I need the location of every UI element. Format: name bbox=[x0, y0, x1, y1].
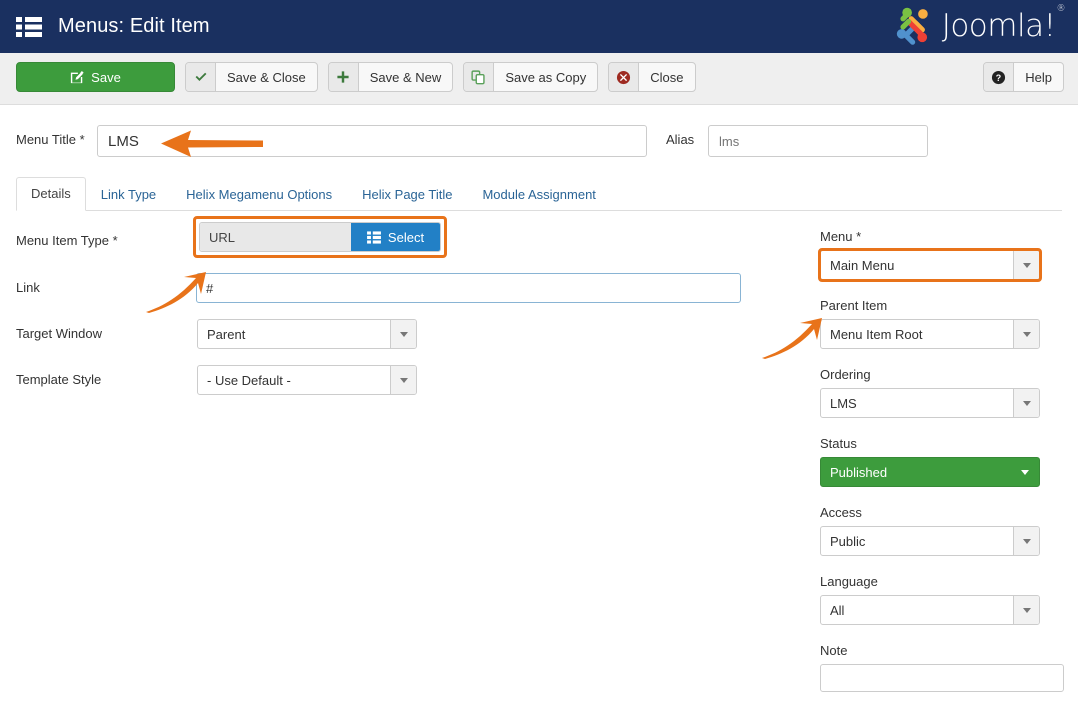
status-value: Published bbox=[830, 464, 888, 480]
pencil-square-icon bbox=[71, 71, 84, 84]
tab-helix-page-title[interactable]: Helix Page Title bbox=[347, 178, 467, 211]
note-input[interactable] bbox=[820, 664, 1064, 692]
target-window-value: Parent bbox=[207, 326, 246, 342]
parent-item-label: Parent Item bbox=[820, 298, 888, 313]
help-button[interactable]: ? Help bbox=[983, 62, 1064, 92]
access-select[interactable]: Public bbox=[820, 526, 1040, 556]
template-style-select[interactable]: - Use Default - bbox=[197, 365, 417, 395]
note-label: Note bbox=[820, 643, 848, 658]
save-and-close-button[interactable]: Save & Close bbox=[185, 62, 318, 92]
menu-select-value: Main Menu bbox=[830, 257, 895, 273]
joomla-wordmark: Joomla!® bbox=[941, 4, 1066, 44]
template-style-label: Template Style bbox=[16, 372, 102, 387]
close-button[interactable]: Close bbox=[608, 62, 696, 92]
copy-icon bbox=[464, 63, 495, 91]
save-button-label: Save bbox=[91, 69, 121, 85]
template-style-value: - Use Default - bbox=[207, 372, 291, 388]
language-value: All bbox=[830, 602, 845, 618]
language-select[interactable]: All bbox=[820, 595, 1040, 625]
chevron-down-icon bbox=[390, 366, 416, 394]
menu-item-type-control: URL Select bbox=[199, 222, 441, 252]
alias-input[interactable] bbox=[708, 125, 928, 157]
link-label: Link bbox=[16, 280, 40, 295]
tab-bar: Details Link Type Helix Megamenu Options… bbox=[16, 176, 1062, 211]
joomla-trademark: ® bbox=[1056, 3, 1066, 14]
joomla-admin-page: Menus: Edit Item Joomla!® Save Save & Cl… bbox=[0, 0, 1078, 714]
select-menu-item-type-button[interactable]: Select bbox=[351, 223, 440, 251]
question-circle-icon: ? bbox=[984, 63, 1015, 91]
check-icon bbox=[186, 63, 216, 91]
circle-x-icon bbox=[609, 63, 640, 91]
link-input[interactable] bbox=[196, 273, 741, 303]
status-select[interactable]: Published bbox=[820, 457, 1040, 487]
chevron-down-icon bbox=[1013, 527, 1039, 555]
list-menu-icon[interactable] bbox=[16, 16, 42, 38]
plus-icon bbox=[328, 63, 359, 91]
chevron-down-icon bbox=[390, 320, 416, 348]
chevron-down-icon bbox=[1013, 458, 1039, 486]
svg-text:?: ? bbox=[996, 72, 1001, 82]
chevron-down-icon bbox=[1013, 389, 1039, 417]
save-and-close-label: Save & Close bbox=[227, 69, 306, 85]
ordering-value: LMS bbox=[830, 395, 857, 411]
status-label: Status bbox=[820, 436, 857, 451]
access-value: Public bbox=[830, 533, 866, 549]
header-left-group: Menus: Edit Item bbox=[16, 0, 210, 53]
language-label: Language bbox=[820, 574, 878, 589]
toolbar: Save Save & Close Save & New Save as Cop… bbox=[0, 53, 1078, 105]
access-label: Access bbox=[820, 505, 862, 520]
tab-link-type[interactable]: Link Type bbox=[86, 178, 171, 211]
tab-helix-megamenu-options[interactable]: Helix Megamenu Options bbox=[171, 178, 347, 211]
save-and-new-label: Save & New bbox=[369, 69, 442, 85]
target-window-select[interactable]: Parent bbox=[197, 319, 417, 349]
joomla-logo[interactable]: Joomla!® bbox=[892, 4, 1066, 49]
tab-module-assignment[interactable]: Module Assignment bbox=[467, 178, 610, 211]
parent-item-value: Menu Item Root bbox=[830, 326, 923, 342]
save-as-copy-label: Save as Copy bbox=[505, 69, 587, 85]
menu-title-input[interactable] bbox=[97, 125, 647, 157]
parent-item-select[interactable]: Menu Item Root bbox=[820, 319, 1040, 349]
highlight-box-menu-item-type: URL Select bbox=[193, 216, 447, 258]
chevron-down-icon bbox=[1013, 251, 1039, 279]
ordering-label: Ordering bbox=[820, 367, 871, 382]
save-and-new-button[interactable]: Save & New bbox=[327, 62, 454, 92]
alias-label: Alias bbox=[666, 132, 695, 147]
title-alias-row: Menu Title * Alias bbox=[0, 125, 1078, 157]
save-button[interactable]: Save bbox=[16, 62, 175, 92]
target-window-label: Target Window bbox=[16, 326, 102, 341]
menu-item-type-label: Menu Item Type * bbox=[16, 233, 118, 248]
page-title: Menus: Edit Item bbox=[58, 15, 210, 37]
menu-item-type-value: URL bbox=[200, 223, 351, 251]
chevron-down-icon bbox=[1013, 596, 1039, 624]
menu-field-label: Menu * bbox=[820, 229, 862, 244]
app-header: Menus: Edit Item Joomla!® bbox=[0, 0, 1078, 53]
tab-details[interactable]: Details bbox=[16, 177, 86, 211]
toolbar-left-group: Save Save & Close Save & New Save as Cop… bbox=[16, 62, 696, 92]
list-icon bbox=[366, 230, 381, 244]
help-button-label: Help bbox=[1025, 69, 1052, 85]
joomla-brand-text: Joomla! bbox=[941, 8, 1056, 44]
menu-select[interactable]: Main Menu bbox=[820, 250, 1040, 280]
close-button-label: Close bbox=[650, 69, 684, 85]
menu-title-label: Menu Title * bbox=[16, 132, 85, 147]
chevron-down-icon bbox=[1013, 320, 1039, 348]
content-area: Menu Title * Alias Details Link Type Hel… bbox=[0, 105, 1078, 714]
ordering-select[interactable]: LMS bbox=[820, 388, 1040, 418]
select-button-label: Select bbox=[387, 229, 425, 245]
joomla-symbol-icon bbox=[896, 7, 928, 45]
save-as-copy-button[interactable]: Save as Copy bbox=[463, 62, 599, 92]
toolbar-right-group: ? Help bbox=[983, 62, 1064, 92]
